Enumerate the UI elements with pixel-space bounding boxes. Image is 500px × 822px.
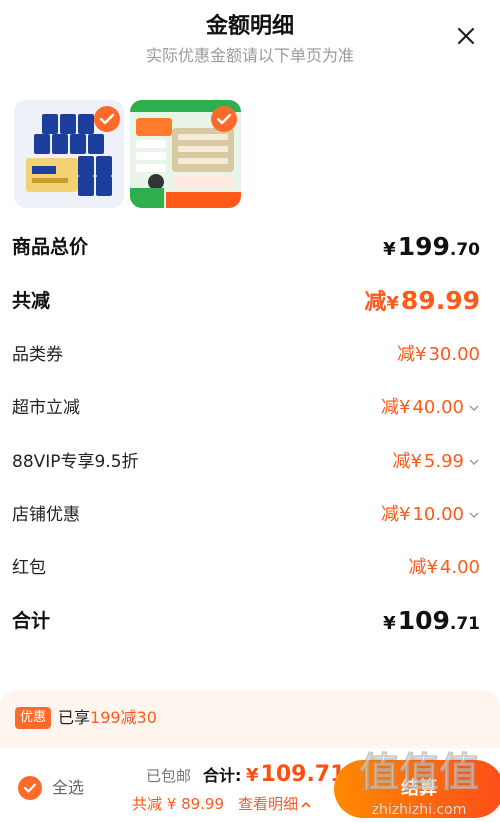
row-label: 品类券 [12, 345, 63, 365]
header: 金额明细 实际优惠金额请以下单页为准 [0, 0, 500, 80]
store-promo-value: 减¥ 10.00 [381, 497, 480, 533]
chevron-down-icon[interactable] [468, 402, 480, 414]
chevron-up-icon [301, 801, 311, 808]
red-packet-value: 减¥ 4.00 [408, 557, 480, 578]
row-label: 商品总价 [12, 236, 89, 258]
discount-summary: 共减 ¥ 89.99 [132, 795, 225, 813]
site-watermark: 值值值 zhizhizhi.com [359, 750, 480, 819]
row-goods-total: 商品总价 ¥199.70 [12, 229, 480, 265]
row-label: 88VIP专享9.5折 [12, 452, 139, 472]
vip-discount-value: 减¥ 5.99 [392, 444, 480, 480]
promo-text: 已享199减30 [58, 708, 157, 727]
row-label: 共减 [12, 290, 51, 312]
view-details-link[interactable]: 查看明细 [238, 792, 312, 816]
svg-text:值值值: 值值值 [359, 750, 479, 796]
row-label: 合计 [12, 610, 51, 632]
row-category-coupon: 品类券 减¥ 30.00 [12, 337, 480, 373]
goods-total-value: ¥199.70 [383, 232, 480, 261]
row-label: 超市立减 [12, 398, 80, 418]
row-store-promo[interactable]: 店铺优惠 减¥ 10.00 [12, 497, 480, 533]
close-icon[interactable] [454, 24, 478, 48]
row-label: 店铺优惠 [12, 505, 80, 525]
select-all-checkbox[interactable] [18, 776, 42, 800]
row-red-packet: 红包 减¥ 4.00 [12, 550, 480, 586]
promo-badge: 优惠 [15, 707, 52, 729]
product-thumbnail[interactable] [14, 100, 124, 208]
product-thumbnail[interactable] [130, 100, 241, 208]
shipping-status: 已包邮 [146, 767, 192, 785]
chevron-down-icon[interactable] [468, 456, 480, 468]
row-supermarket-cut[interactable]: 超市立减 减¥ 40.00 [12, 390, 480, 426]
total-discount-value: 减¥89.99 [364, 286, 480, 315]
total-label: 合计: [203, 766, 242, 785]
row-label: 红包 [12, 558, 46, 578]
checkmark-icon [23, 783, 37, 793]
page-title: 金额明细 [205, 14, 294, 39]
supermarket-cut-value: 减¥ 40.00 [381, 390, 480, 426]
chevron-down-icon[interactable] [468, 509, 480, 521]
select-all-label[interactable]: 全选 [52, 776, 84, 800]
category-coupon-value: 减¥ 30.00 [397, 344, 480, 365]
checkbox-checked-icon[interactable] [211, 106, 237, 132]
row-total-discount: 共减 减¥89.99 [12, 283, 480, 319]
product-thumbnails [14, 100, 494, 208]
checkbox-checked-icon[interactable] [94, 106, 120, 132]
row-vip-discount[interactable]: 88VIP专享9.5折 减¥ 5.99 [12, 444, 480, 480]
sum-value: ¥109.71 [383, 606, 480, 635]
total-value: ¥109.71 [246, 762, 346, 787]
svg-text:zhizhizhi.com: zhizhizhi.com [372, 802, 467, 818]
row-sum: 合计 ¥109.71 [12, 603, 480, 639]
page-subtitle: 实际优惠金额请以下单页为准 [145, 46, 354, 65]
